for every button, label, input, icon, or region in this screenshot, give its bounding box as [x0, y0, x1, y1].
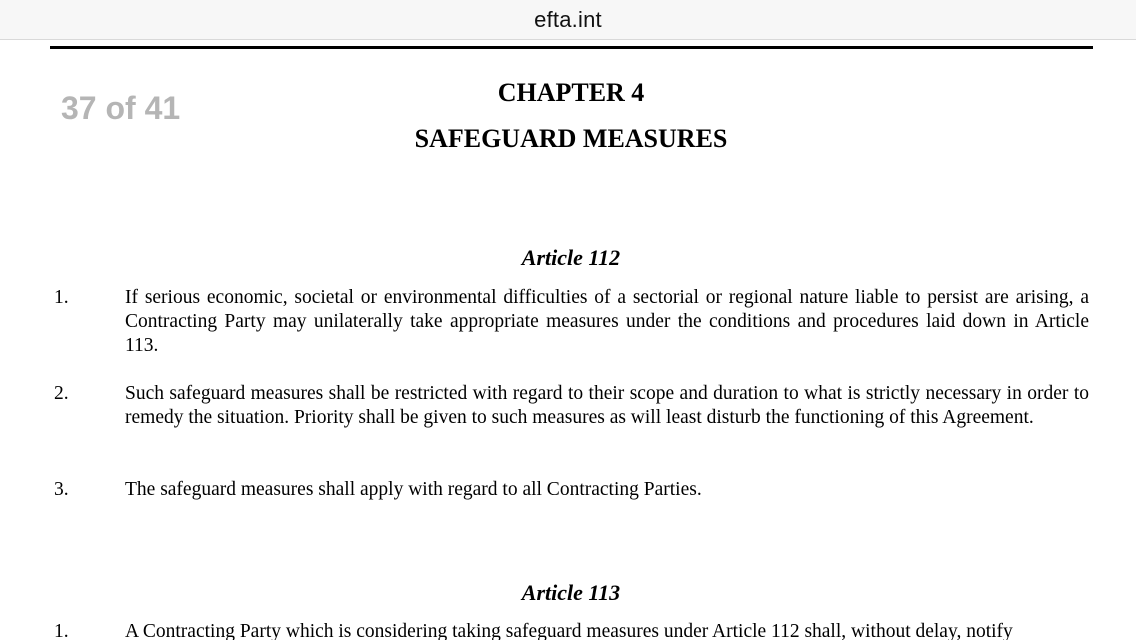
paragraph-number: 2. [54, 383, 69, 404]
paragraph-text: If serious economic, societal or environ… [125, 287, 1089, 356]
article-heading: Article 113 [521, 580, 621, 605]
header-rule [50, 46, 1093, 49]
chapter-title: CHAPTER 4 [497, 78, 645, 107]
paragraph-text: Such safeguard measures shall be restric… [125, 383, 1089, 428]
paragraph-number: 3. [54, 479, 69, 500]
article-heading: Article 112 [521, 245, 621, 270]
chapter-subtitle: SAFEGUARD MEASURES [414, 124, 728, 153]
address-bar[interactable]: efta.int [0, 0, 1136, 40]
address-url[interactable]: efta.int [534, 7, 602, 33]
paragraph-text: The safeguard measures shall apply with … [125, 479, 702, 500]
document-page[interactable]: 37 of 41 CHAPTER 4 SAFEGUARD MEASURES Ar… [0, 40, 1136, 640]
paragraph-text: A Contracting Party which is considering… [125, 621, 1013, 640]
paragraph-number: 1. [54, 287, 69, 308]
paragraph-number: 1. [54, 621, 69, 640]
